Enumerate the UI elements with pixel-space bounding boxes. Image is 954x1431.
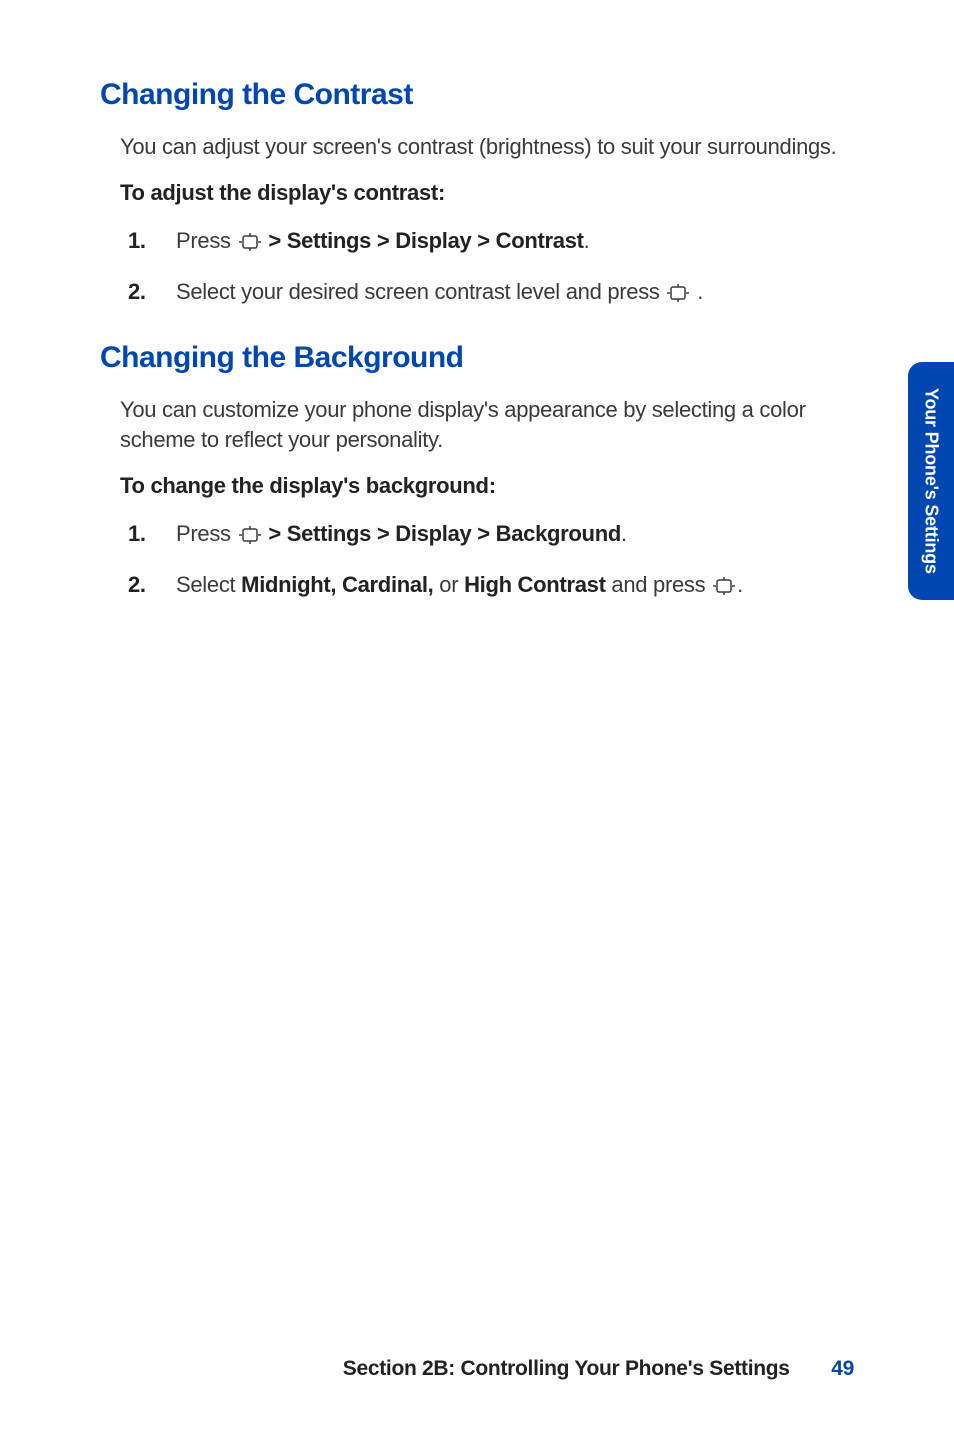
side-tab: Your Phone's Settings	[908, 362, 954, 600]
subhead-contrast: To adjust the display's contrast:	[120, 180, 844, 206]
intro-background: You can customize your phone display's a…	[120, 395, 844, 454]
step-text: Press	[176, 521, 237, 546]
step-number: 2.	[128, 277, 146, 308]
step-bold: > Settings > Display > Contrast	[263, 228, 584, 253]
page-content: Changing the Contrast You can adjust you…	[0, 0, 954, 604]
page-number: 49	[831, 1357, 854, 1380]
steps-background: 1. Press > Settings > Display > Backgrou…	[120, 519, 844, 605]
step-suffix: .	[621, 521, 627, 546]
step-bold-b: High Contrast	[464, 572, 606, 597]
section-background: Changing the Background You can customiz…	[100, 341, 844, 604]
step-item: 1. Press > Settings > Display > Contrast…	[120, 226, 844, 260]
intro-contrast: You can adjust your screen's contrast (b…	[120, 132, 844, 162]
heading-contrast: Changing the Contrast	[100, 78, 844, 112]
heading-background: Changing the Background	[100, 341, 844, 375]
ok-button-icon	[667, 280, 689, 311]
step-bold: > Settings > Display > Background	[263, 521, 621, 546]
step-item: 2. Select Midnight, Cardinal, or High Co…	[120, 570, 844, 604]
step-item: 1. Press > Settings > Display > Backgrou…	[120, 519, 844, 553]
step-number: 2.	[128, 570, 146, 601]
section-contrast: Changing the Contrast You can adjust you…	[100, 78, 844, 311]
ok-button-icon	[713, 573, 735, 604]
step-suffix: .	[584, 228, 590, 253]
step-suffix: and press	[606, 572, 712, 597]
step-suffix2: .	[737, 572, 743, 597]
subhead-background: To change the display's background:	[120, 473, 844, 499]
step-number: 1.	[128, 226, 146, 257]
footer-section: Section 2B: Controlling Your Phone's Set…	[343, 1357, 790, 1380]
step-mid: or	[433, 572, 464, 597]
step-text: Select your desired screen contrast leve…	[176, 279, 665, 304]
ok-button-icon	[239, 522, 261, 553]
step-bold-a: Midnight, Cardinal,	[241, 572, 433, 597]
ok-button-icon	[239, 229, 261, 260]
steps-contrast: 1. Press > Settings > Display > Contrast…	[120, 226, 844, 312]
page-footer: Section 2B: Controlling Your Phone's Set…	[343, 1357, 854, 1381]
side-tab-label: Your Phone's Settings	[921, 388, 942, 574]
step-suffix: .	[691, 279, 703, 304]
step-text: Press	[176, 228, 237, 253]
step-number: 1.	[128, 519, 146, 550]
step-item: 2. Select your desired screen contrast l…	[120, 277, 844, 311]
step-text: Select	[176, 572, 241, 597]
